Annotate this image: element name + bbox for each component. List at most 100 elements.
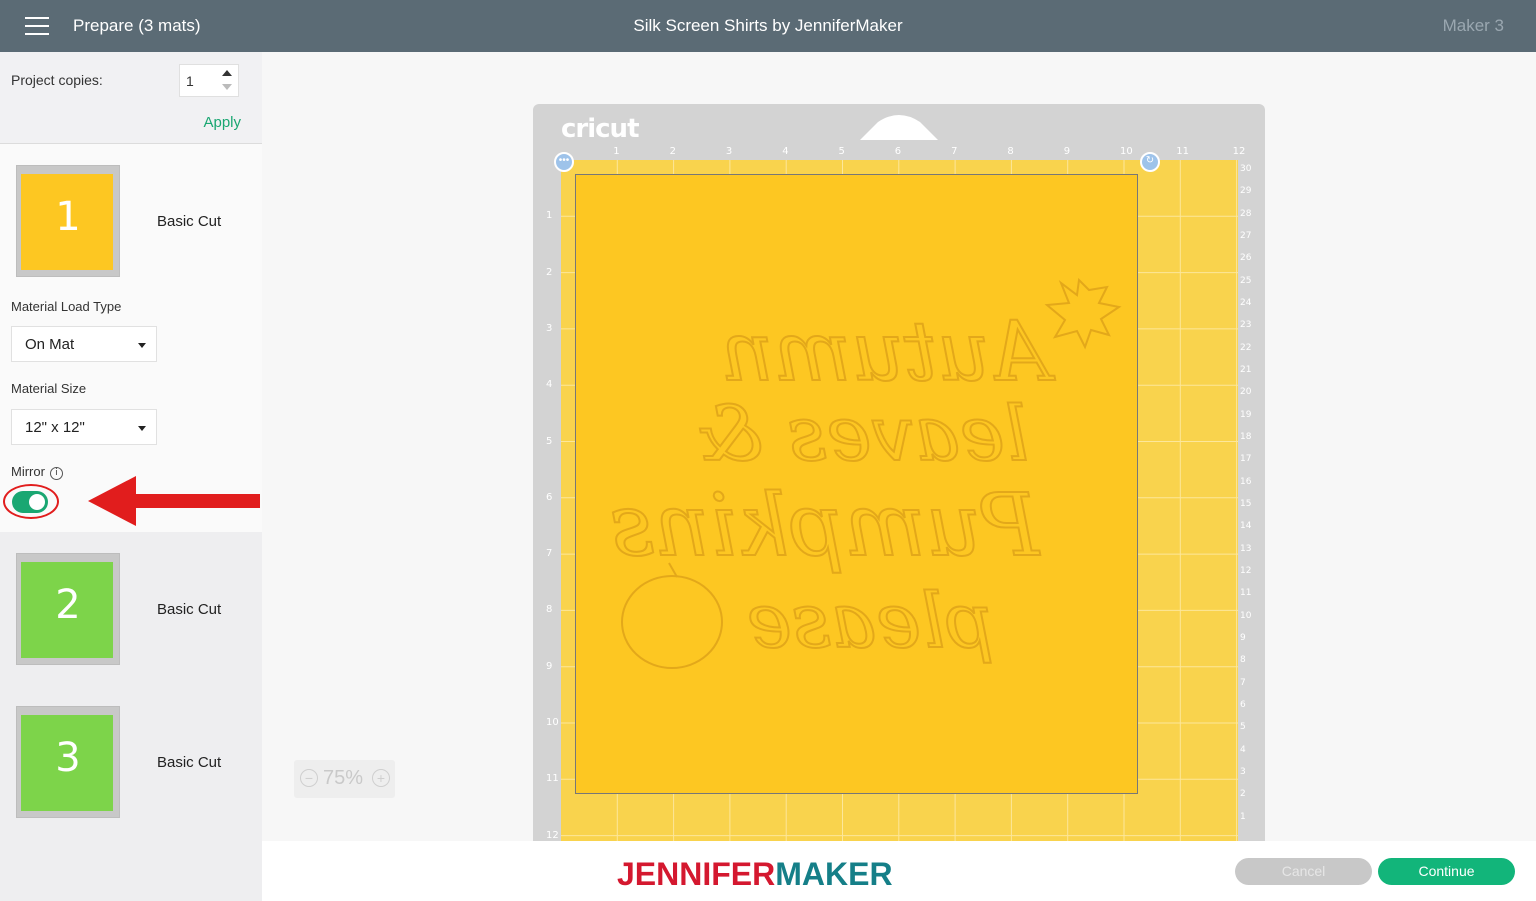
ruler-tick: 3 — [1240, 766, 1246, 777]
ruler-tick: 3 — [546, 322, 553, 334]
ruler-tick: 20 — [1240, 387, 1252, 398]
jennifermaker-logo: JENNIFERMAKER — [617, 856, 893, 893]
project-copies-value[interactable]: 1 — [186, 73, 194, 89]
top-bar: Prepare (3 mats) Silk Screen Shirts by J… — [0, 0, 1536, 52]
cricut-logo: cricut — [561, 114, 639, 144]
zoom-control: − 75% + — [294, 760, 395, 798]
design-line-1: Autumn — [721, 305, 1056, 400]
ruler-tick: 2 — [546, 266, 553, 278]
material-size-label: Material Size — [11, 381, 87, 396]
ruler-tick: 11 — [546, 773, 559, 785]
ruler-tick: 7 — [546, 548, 553, 560]
info-icon[interactable]: i — [49, 467, 63, 480]
material-sheet[interactable]: Autumn leaves & Pumpkins please — [575, 174, 1138, 794]
ruler-tick: 1 — [546, 210, 553, 222]
ruler-tick: 22 — [1240, 342, 1252, 353]
material-load-type-label: Material Load Type — [11, 299, 122, 314]
apply-button[interactable]: Apply — [203, 114, 241, 131]
ruler-tick: 27 — [1240, 230, 1252, 241]
ruler-tick: 28 — [1240, 208, 1252, 219]
cancel-button[interactable]: Cancel — [1235, 858, 1372, 885]
increment-arrow-icon[interactable] — [222, 70, 232, 76]
ruler-tick: 9 — [546, 660, 553, 672]
ruler-tick: 6 — [894, 146, 902, 157]
material-load-type-select[interactable]: On Mat — [11, 326, 157, 362]
ruler-tick: 14 — [1240, 521, 1252, 532]
ruler-right: 30 29 28 27 26 25 24 23 22 21 20 19 18 17 16 15 14 13 12 11… — [1238, 160, 1254, 841]
ruler-tick: 6 — [546, 491, 553, 503]
ruler-tick: 2 — [669, 146, 676, 157]
ruler-tick: 21 — [1240, 364, 1252, 375]
mat-2-thumbnail[interactable]: 2 — [16, 553, 120, 665]
mat-3-label: Basic Cut — [157, 754, 222, 771]
mat-3-thumbnail[interactable]: 3 — [16, 706, 120, 818]
mirror-label-row: Mirror i — [11, 464, 63, 480]
project-copies-label: Project copies: — [11, 72, 103, 88]
material-size-value: 12" x 12" — [25, 419, 85, 436]
project-title: Silk Screen Shirts by JenniferMaker — [633, 16, 903, 35]
zoom-out-icon[interactable]: − — [300, 769, 318, 787]
ruler-tick: 5 — [546, 435, 553, 447]
ruler-tick: 8 — [1240, 655, 1246, 666]
more-options-icon[interactable]: ••• — [554, 152, 574, 172]
ruler-tick: 24 — [1240, 297, 1252, 308]
ruler-tick: 1 — [1240, 811, 1246, 822]
mat-1-thumbnail[interactable]: 1 — [16, 165, 120, 277]
ruler-tick: 10 — [1120, 146, 1133, 157]
ruler-tick: 16 — [1240, 476, 1252, 487]
material-load-type-value: On Mat — [25, 336, 75, 353]
ruler-tick: 12 — [1232, 146, 1246, 157]
caret-down-icon — [138, 426, 146, 431]
ruler-tick: 5 — [1240, 722, 1246, 733]
project-copies-panel: Project copies: 1 Apply — [0, 52, 262, 144]
ruler-tick: 2 — [1240, 789, 1246, 800]
ruler-tick: 18 — [1240, 431, 1252, 442]
ruler-tick: 10 — [546, 717, 559, 728]
mirror-toggle[interactable] — [12, 491, 48, 513]
design-line-2: leaves & — [696, 389, 1029, 478]
mat-1-label: Basic Cut — [157, 213, 222, 230]
ruler-tick: 5 — [838, 146, 845, 157]
leaf-icon — [1044, 277, 1122, 350]
ruler-tick: 9 — [1240, 632, 1246, 643]
ruler-tick: 11 — [1240, 588, 1252, 599]
zoom-level: 75% — [323, 767, 364, 789]
ruler-tick: 13 — [1240, 543, 1252, 554]
red-arrow-annotation — [88, 476, 260, 526]
ruler-tick: 12 — [1240, 565, 1252, 576]
mat-2-label: Basic Cut — [157, 601, 222, 618]
mirrored-design[interactable]: Autumn leaves & Pumpkins please — [576, 175, 1139, 795]
mat-hanger-tab — [860, 115, 938, 140]
project-copies-stepper[interactable]: 1 — [179, 64, 239, 97]
ruler-tick: 8 — [546, 604, 553, 616]
ruler-top: 1 2 3 4 5 6 7 8 9 10 11 12 — [561, 144, 1245, 160]
logo-part-1: JENNIFER — [617, 856, 776, 892]
ruler-left: 1 2 3 4 5 6 7 8 9 10 11 12 — [543, 160, 561, 841]
ruler-tick: 11 — [1176, 146, 1190, 157]
continue-button[interactable]: Continue — [1378, 858, 1515, 885]
ruler-tick: 9 — [1063, 146, 1071, 157]
ruler-tick: 3 — [725, 146, 733, 157]
ruler-tick: 7 — [1240, 677, 1246, 688]
ruler-tick: 15 — [1240, 498, 1252, 509]
mat-2-number: 2 — [55, 582, 81, 628]
ruler-tick: 4 — [546, 379, 553, 391]
caret-down-icon — [138, 343, 146, 348]
ruler-tick: 26 — [1240, 253, 1252, 264]
zoom-in-icon[interactable]: + — [372, 769, 390, 787]
decrement-arrow-icon[interactable] — [222, 84, 232, 90]
material-size-select[interactable]: 12" x 12" — [11, 409, 157, 445]
ruler-tick: 6 — [1240, 699, 1246, 710]
machine-name[interactable]: Maker 3 — [1443, 16, 1504, 36]
ruler-tick: 30 — [1240, 164, 1252, 174]
ruler-tick: 4 — [782, 146, 789, 157]
rotate-icon[interactable]: ↻ — [1140, 152, 1160, 172]
pumpkin-icon — [621, 575, 723, 669]
mirror-label: Mirror — [11, 464, 45, 479]
ruler-tick: 17 — [1240, 454, 1252, 465]
mat-1-number: 1 — [55, 194, 81, 240]
toggle-knob — [29, 494, 45, 510]
ruler-tick: 4 — [1240, 744, 1246, 755]
design-line-3: Pumpkins — [610, 476, 1041, 576]
ruler-tick: 8 — [1007, 146, 1014, 157]
